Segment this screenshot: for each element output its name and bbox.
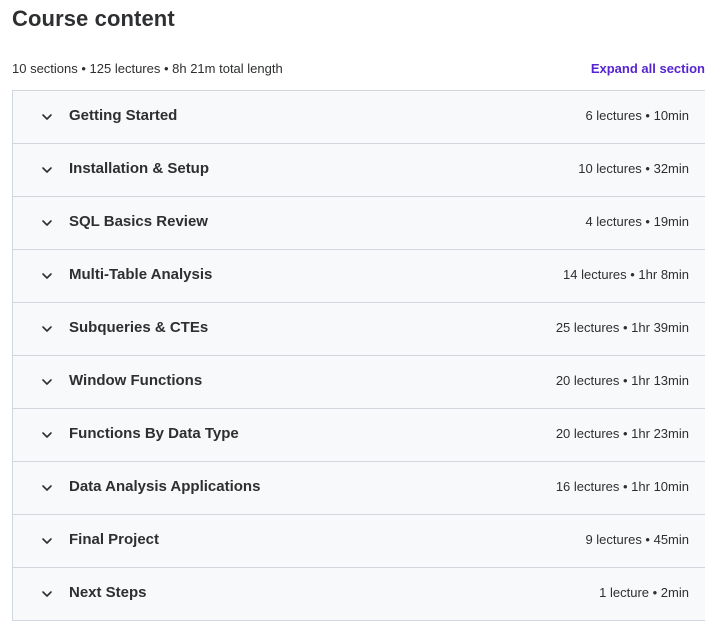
section-row-subqueries-ctes[interactable]: Subqueries & CTEs 25 lectures • 1hr 39mi… bbox=[13, 303, 705, 356]
section-row-installation-setup[interactable]: Installation & Setup 10 lectures • 32min bbox=[13, 144, 705, 197]
section-meta: 14 lectures • 1hr 8min bbox=[563, 267, 689, 282]
section-row-final-project[interactable]: Final Project 9 lectures • 45min bbox=[13, 515, 705, 568]
expand-all-sections-button[interactable]: Expand all section bbox=[591, 61, 705, 76]
section-row-sql-basics-review[interactable]: SQL Basics Review 4 lectures • 19min bbox=[13, 197, 705, 250]
section-meta: 20 lectures • 1hr 13min bbox=[555, 373, 689, 388]
course-summary-row: 10 sections • 125 lectures • 8h 21m tota… bbox=[12, 60, 705, 80]
chevron-down-icon bbox=[40, 269, 54, 283]
section-meta: 25 lectures • 1hr 39min bbox=[555, 320, 689, 335]
course-summary: 10 sections • 125 lectures • 8h 21m tota… bbox=[12, 61, 283, 76]
section-row-getting-started[interactable]: Getting Started 6 lectures • 10min bbox=[13, 91, 705, 144]
section-meta: 16 lectures • 1hr 10min bbox=[555, 479, 689, 494]
section-meta: 1 lecture • 2min bbox=[599, 585, 689, 600]
section-title: Subqueries & CTEs bbox=[69, 319, 209, 336]
section-row-functions-by-data-type[interactable]: Functions By Data Type 20 lectures • 1hr… bbox=[13, 409, 705, 462]
section-meta: 10 lectures • 32min bbox=[578, 161, 689, 176]
section-row-data-analysis-applications[interactable]: Data Analysis Applications 16 lectures •… bbox=[13, 462, 705, 515]
section-title: Data Analysis Applications bbox=[69, 478, 261, 495]
chevron-down-icon bbox=[40, 587, 54, 601]
page-title: Course content bbox=[12, 6, 175, 31]
chevron-down-icon bbox=[40, 534, 54, 548]
course-content-panel: Course content 10 sections • 125 lecture… bbox=[0, 0, 705, 621]
chevron-down-icon bbox=[40, 322, 54, 336]
chevron-down-icon bbox=[40, 216, 54, 230]
chevron-down-icon bbox=[40, 428, 54, 442]
section-meta: 6 lectures • 10min bbox=[585, 108, 689, 123]
section-meta: 9 lectures • 45min bbox=[585, 532, 689, 547]
section-meta: 4 lectures • 19min bbox=[585, 214, 689, 229]
section-title: Window Functions bbox=[69, 372, 203, 389]
section-title: Installation & Setup bbox=[69, 160, 210, 177]
section-title: Multi-Table Analysis bbox=[69, 266, 213, 283]
section-row-next-steps[interactable]: Next Steps 1 lecture • 2min bbox=[13, 568, 705, 621]
section-title: Next Steps bbox=[69, 584, 147, 601]
section-meta: 20 lectures • 1hr 23min bbox=[555, 426, 689, 441]
section-title: Final Project bbox=[69, 531, 160, 548]
section-title: SQL Basics Review bbox=[69, 213, 208, 230]
section-title: Functions By Data Type bbox=[69, 425, 239, 442]
section-row-multi-table-analysis[interactable]: Multi-Table Analysis 14 lectures • 1hr 8… bbox=[13, 250, 705, 303]
chevron-down-icon bbox=[40, 110, 54, 124]
section-title: Getting Started bbox=[69, 107, 178, 124]
chevron-down-icon bbox=[40, 375, 54, 389]
chevron-down-icon bbox=[40, 163, 54, 177]
sections-list: Getting Started 6 lectures • 10min Insta… bbox=[12, 90, 705, 621]
section-row-window-functions[interactable]: Window Functions 20 lectures • 1hr 13min bbox=[13, 356, 705, 409]
chevron-down-icon bbox=[40, 481, 54, 495]
